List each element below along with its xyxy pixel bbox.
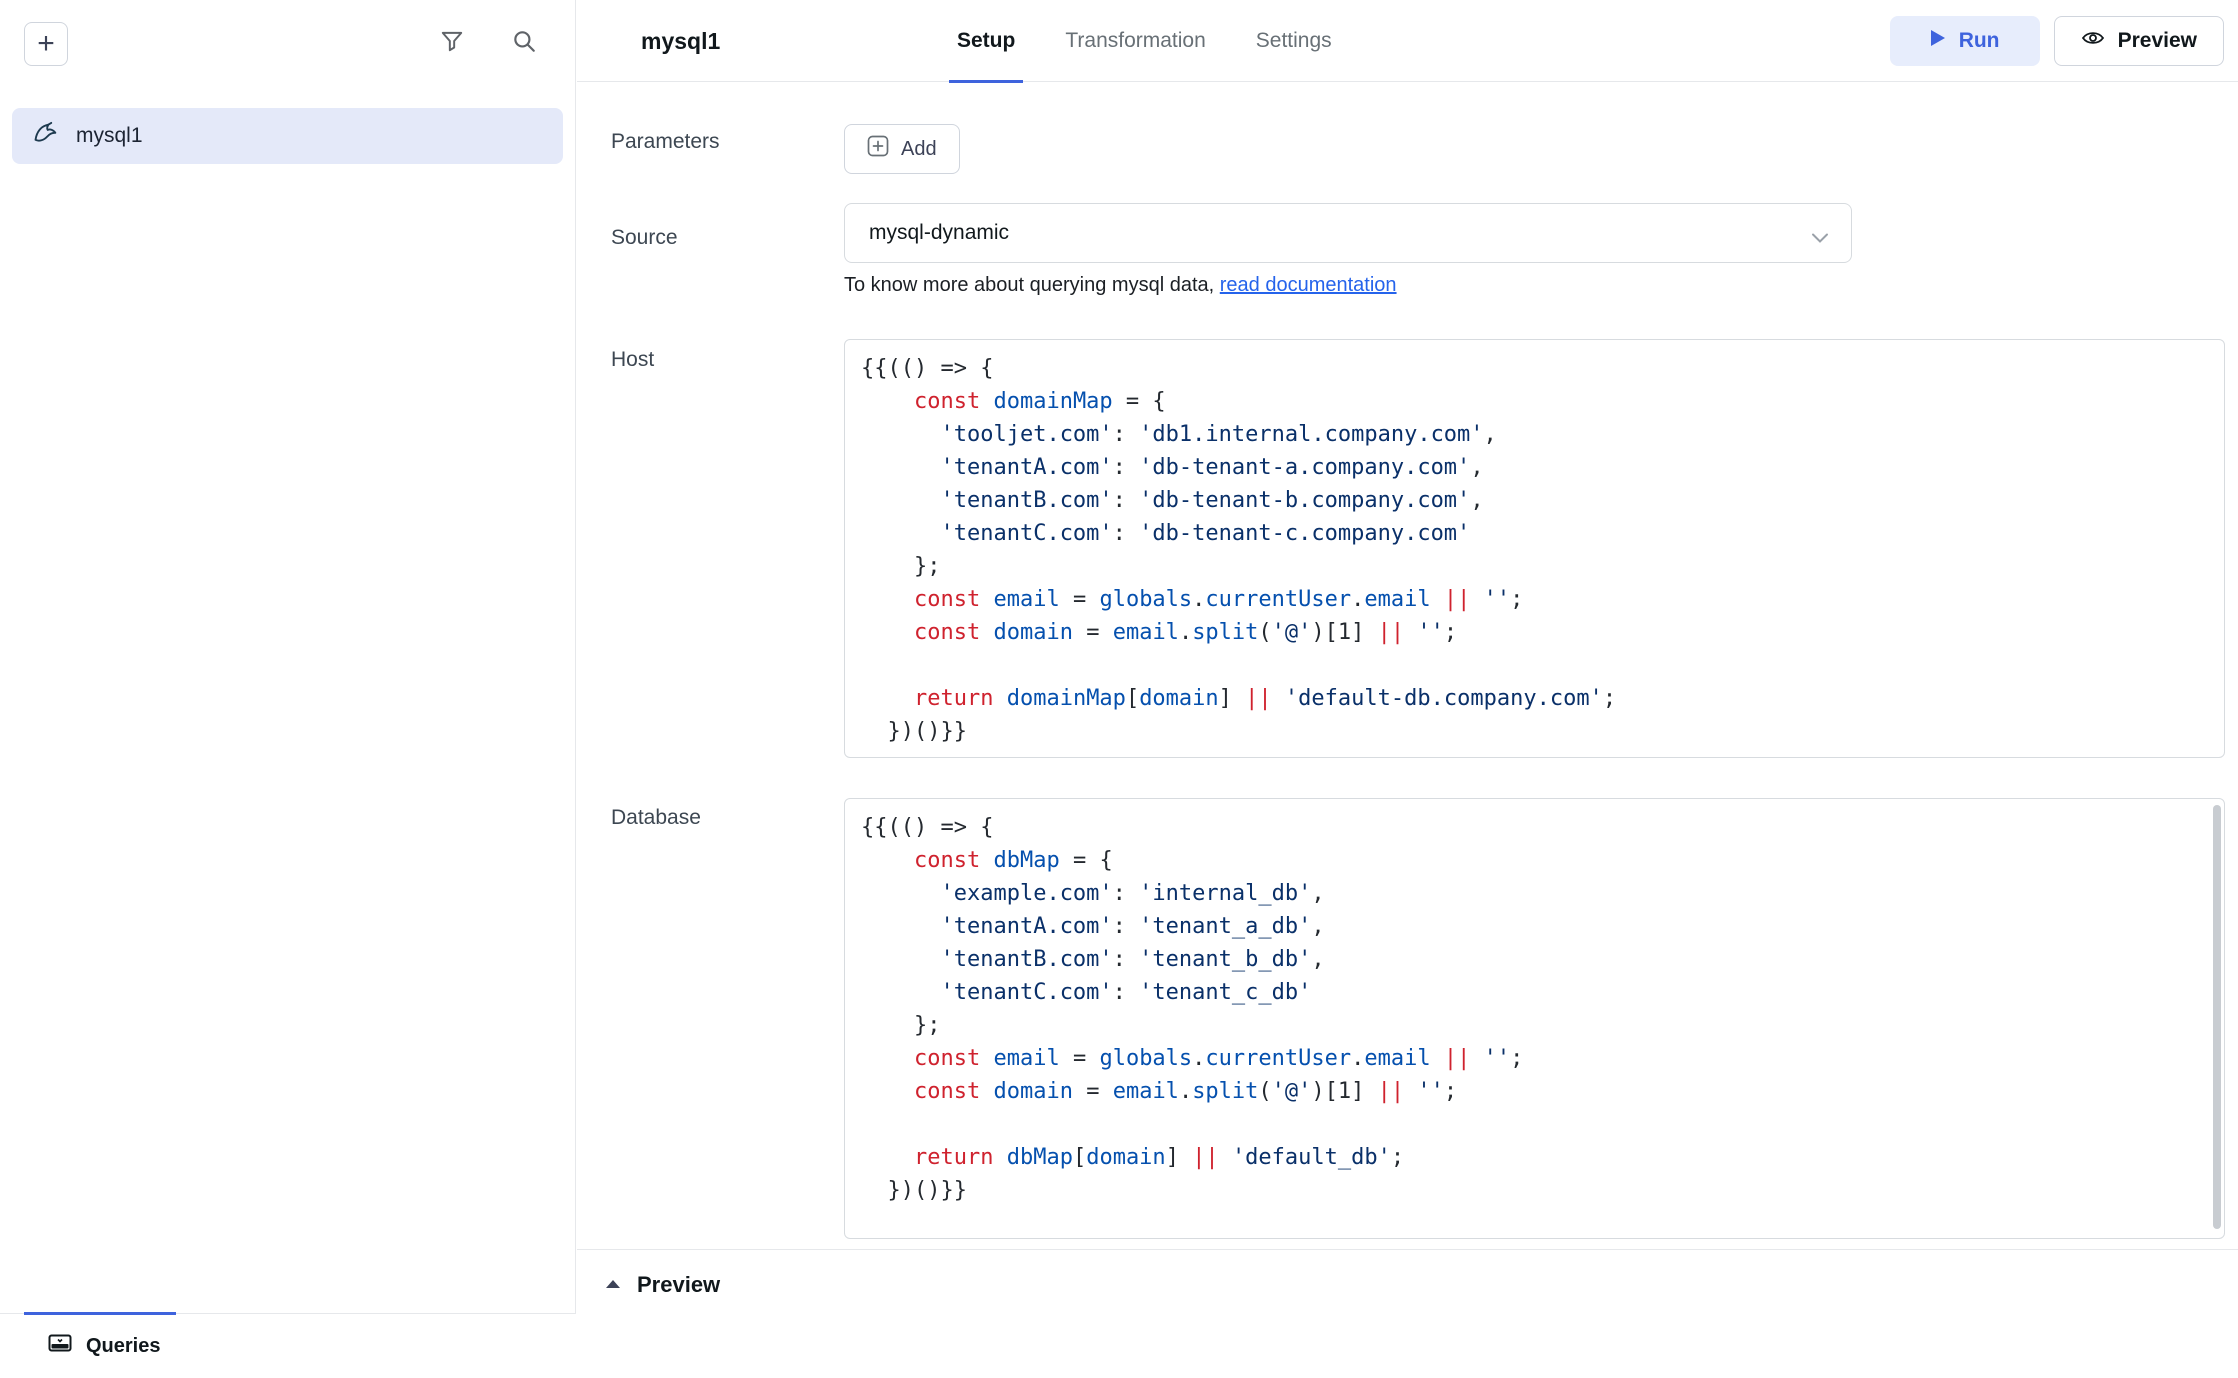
preview-button-label: Preview bbox=[2118, 29, 2197, 53]
read-documentation-link[interactable]: read documentation bbox=[1220, 274, 1397, 296]
scrollbar-thumb[interactable] bbox=[2213, 805, 2221, 1229]
preview-button[interactable]: Preview bbox=[2054, 16, 2224, 66]
source-select-value: mysql-dynamic bbox=[869, 221, 1009, 245]
tab-transformation[interactable]: Transformation bbox=[1065, 0, 1205, 82]
source-select[interactable]: mysql-dynamic bbox=[844, 203, 1852, 263]
eye-icon bbox=[2081, 29, 2105, 53]
preview-panel-header[interactable]: Preview bbox=[577, 1258, 2238, 1312]
run-button-label: Run bbox=[1959, 29, 2000, 53]
preview-section-title: Preview bbox=[637, 1272, 720, 1298]
source-help-text: To know more about querying mysql data, … bbox=[844, 274, 1397, 297]
queries-panel-tab[interactable]: Queries bbox=[0, 1313, 576, 1378]
query-list: mysql1 bbox=[12, 108, 563, 164]
database-code-editor[interactable]: {{(() => { const dbMap = { 'example.com'… bbox=[844, 798, 2225, 1239]
query-name[interactable]: mysql1 bbox=[641, 28, 720, 55]
chevron-down-icon bbox=[1811, 226, 1829, 250]
search-icon[interactable] bbox=[511, 28, 537, 54]
host-code-content: {{(() => { const domainMap = { 'tooljet.… bbox=[845, 340, 2224, 758]
mysql-icon bbox=[32, 120, 60, 153]
query-editor-header: mysql1 Setup Transformation Settings Run… bbox=[577, 0, 2238, 82]
tab-settings[interactable]: Settings bbox=[1256, 0, 1332, 82]
add-parameter-label: Add bbox=[901, 138, 937, 161]
run-button[interactable]: Run bbox=[1890, 16, 2040, 66]
parameters-label: Parameters bbox=[611, 130, 720, 154]
query-list-item-mysql1[interactable]: mysql1 bbox=[12, 108, 563, 164]
active-tab-indicator bbox=[24, 1312, 176, 1315]
host-label: Host bbox=[611, 348, 654, 372]
add-parameter-button[interactable]: Add bbox=[844, 124, 960, 174]
source-label: Source bbox=[611, 226, 678, 250]
queries-icon bbox=[48, 1334, 72, 1359]
collapse-up-icon bbox=[605, 1276, 621, 1294]
database-label: Database bbox=[611, 806, 701, 830]
tab-setup[interactable]: Setup bbox=[957, 0, 1015, 82]
preview-divider bbox=[577, 1249, 2238, 1250]
add-query-button[interactable]: + bbox=[24, 22, 68, 66]
header-actions: Run Preview bbox=[1890, 16, 2224, 66]
host-code-editor[interactable]: {{(() => { const domainMap = { 'tooljet.… bbox=[844, 339, 2225, 758]
filter-icon[interactable] bbox=[439, 28, 465, 54]
query-item-label: mysql1 bbox=[76, 124, 143, 148]
play-icon bbox=[1930, 29, 1946, 53]
query-editor-panel: mysql1 Setup Transformation Settings Run… bbox=[577, 0, 2238, 1378]
plus-square-icon bbox=[867, 135, 889, 163]
source-help-prefix: To know more about querying mysql data, bbox=[844, 274, 1220, 296]
queries-sidebar: + mysql1 Queries bbox=[0, 0, 576, 1378]
database-code-content: {{(() => { const dbMap = { 'example.com'… bbox=[845, 799, 2224, 1219]
editor-tabs: Setup Transformation Settings bbox=[957, 0, 1332, 82]
queries-tab-label: Queries bbox=[86, 1335, 160, 1358]
